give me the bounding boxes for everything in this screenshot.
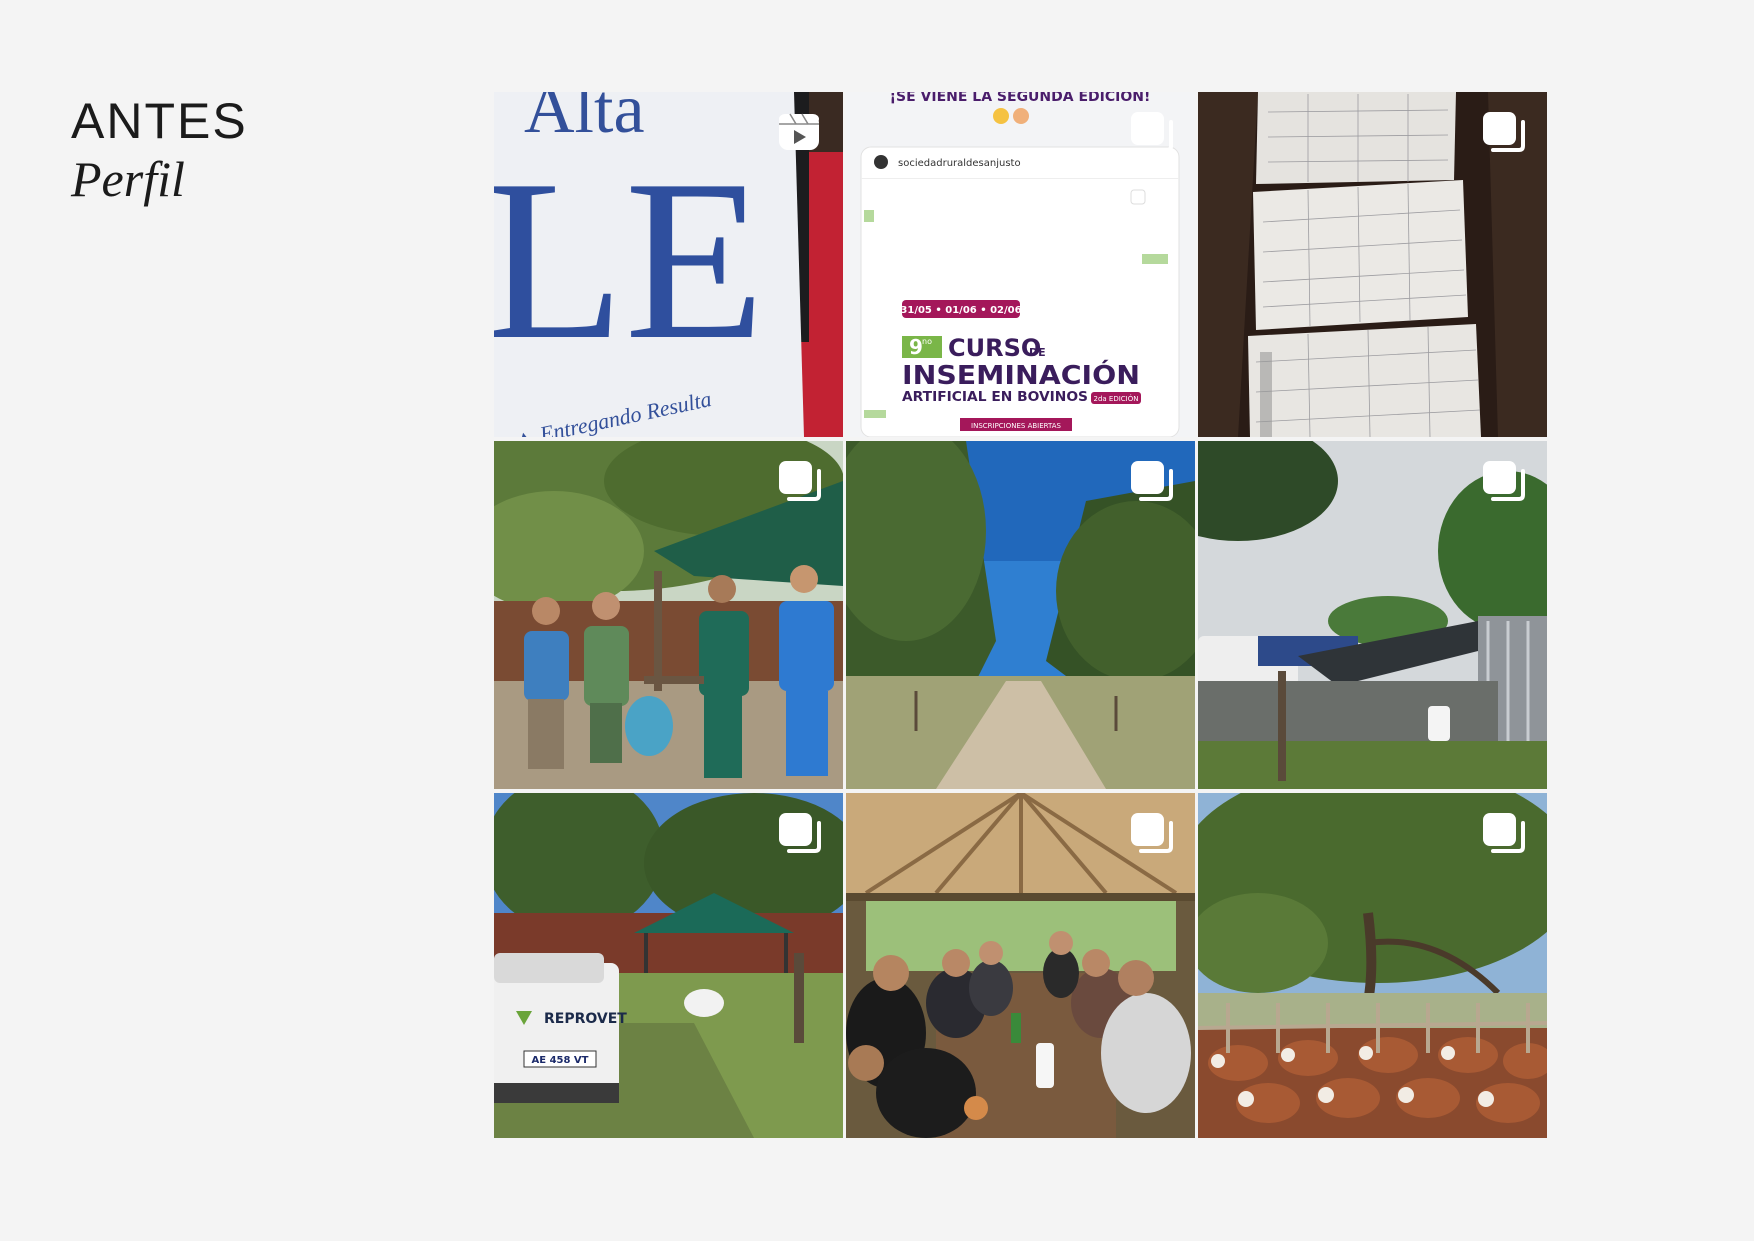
carousel-icon bbox=[777, 811, 821, 855]
post-tile-road[interactable] bbox=[846, 441, 1195, 789]
banner-text: LE bbox=[494, 132, 765, 387]
carousel-icon bbox=[1129, 811, 1173, 855]
post-tile-team[interactable] bbox=[494, 441, 843, 789]
truck-plate: AE 458 VT bbox=[532, 1055, 589, 1066]
flyer-word3: ARTIFICIAL EN BOVINOS bbox=[902, 390, 1088, 405]
post-tile-flyer[interactable]: ¡SE VIENE LA SEGUNDA EDICIÓN! sociedadru… bbox=[846, 92, 1195, 437]
flyer-edition: 2da EDICIÓN bbox=[1094, 394, 1139, 403]
carousel-icon bbox=[1481, 811, 1525, 855]
carousel-icon bbox=[1481, 459, 1525, 503]
post-tile-banner[interactable]: Alta LE a ▲ Entregando Resulta bbox=[494, 92, 843, 437]
flyer-top: ¡SE VIENE LA SEGUNDA EDICIÓN! bbox=[890, 92, 1151, 105]
carousel-icon bbox=[1129, 459, 1173, 503]
heading-title: ANTES bbox=[71, 93, 248, 149]
flyer-number: 9 bbox=[909, 335, 923, 359]
post-tile-lunch[interactable] bbox=[846, 793, 1195, 1138]
carousel-icon bbox=[777, 459, 821, 503]
post-tile-truck[interactable]: REPROVET AE 458 VT bbox=[494, 793, 843, 1138]
flyer-word1: CURSO bbox=[948, 334, 1041, 362]
carousel-icon bbox=[1129, 110, 1173, 154]
post-tile-papers[interactable] bbox=[1198, 92, 1547, 437]
post-tile-shed[interactable] bbox=[1198, 441, 1547, 789]
flyer-account: sociedadruraldesanjusto bbox=[898, 158, 1021, 169]
heading-subtitle: Perfil bbox=[71, 151, 185, 207]
flyer-dates: 31/05 • 01/06 • 02/06 bbox=[900, 305, 1021, 316]
post-tile-cattle[interactable] bbox=[1198, 793, 1547, 1138]
flyer-word2: INSEMINACIÓN bbox=[902, 359, 1140, 391]
profile-post-grid: Alta LE a ▲ Entregando Resulta ¡SE VIENE… bbox=[494, 92, 1547, 1138]
page-heading: ANTES Perfil bbox=[71, 92, 248, 208]
flyer-de: DE bbox=[1029, 346, 1046, 359]
carousel-icon bbox=[1481, 110, 1525, 154]
flyer-number-sup: no bbox=[922, 337, 932, 346]
truck-brand: REPROVET bbox=[544, 1011, 627, 1027]
reel-icon bbox=[777, 110, 821, 154]
flyer-cta: INSCRIPCIONES ABIERTAS bbox=[971, 422, 1062, 430]
